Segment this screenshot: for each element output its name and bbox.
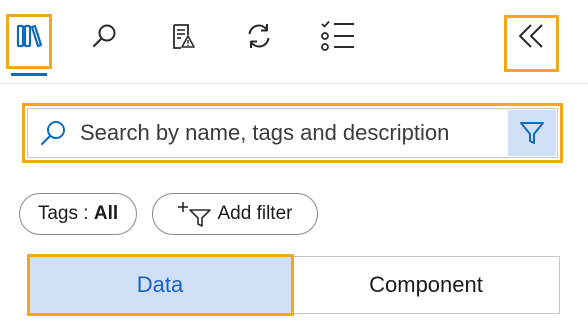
library-tab[interactable] [9, 14, 49, 58]
segment-component-label: Component [369, 272, 483, 297]
validation-tab[interactable] [162, 14, 202, 58]
document-warning-icon [173, 24, 195, 49]
segment-data[interactable]: Data [27, 256, 293, 314]
tags-filter-value: All [93, 203, 119, 224]
search-input[interactable] [80, 108, 500, 158]
segment-data-label: Data [136, 272, 184, 297]
refresh-icon [248, 24, 270, 48]
search-icon [92, 24, 116, 48]
segment-component[interactable]: Component [292, 256, 560, 314]
collapse-panel-button[interactable] [511, 14, 551, 58]
add-filter-chip[interactable]: Add filter [152, 193, 318, 235]
search-tab[interactable] [84, 14, 124, 58]
toolbar-divider [0, 83, 588, 84]
add-filter-label: Add filter [217, 203, 293, 224]
filter-icon [520, 122, 544, 144]
search-icon [40, 121, 65, 146]
checklist-icon [321, 20, 354, 51]
collapse-icon [519, 24, 543, 48]
library-icon [16, 24, 43, 48]
tags-filter-chip[interactable]: Tags : All [19, 193, 137, 235]
search-input-icon [36, 118, 68, 148]
filter-button[interactable] [508, 110, 556, 156]
refresh-tab[interactable] [239, 14, 279, 58]
checklist-tab[interactable] [318, 14, 358, 58]
tags-filter-label: Tags : [37, 203, 94, 224]
active-tab-indicator [11, 73, 47, 76]
add-filter-icon [177, 202, 211, 227]
